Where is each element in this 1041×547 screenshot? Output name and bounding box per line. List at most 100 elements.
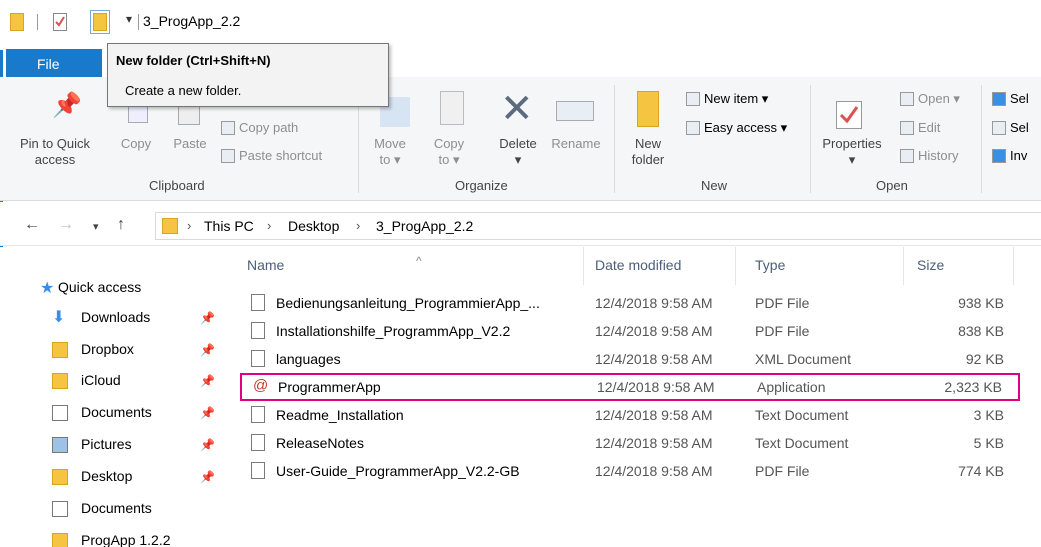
customize-toolbar-chevron-icon[interactable]: ▾ [126,12,132,26]
open-label: Open ▾ [918,91,960,106]
column-header-type[interactable]: Type [755,257,785,273]
file-row[interactable]: Readme_Installation 12/4/2018 9:58 AM Te… [240,403,1020,427]
pin-icon[interactable]: 📌 [200,311,215,325]
open-button[interactable]: Open ▾ [900,91,960,107]
breadcrumb-this-pc[interactable]: This PC [204,218,254,234]
delete-icon: ✕ [500,87,534,131]
breadcrumb-desktop[interactable]: Desktop [288,218,339,234]
file-type: Text Document [755,407,849,423]
column-header-name[interactable]: Name ^ [247,254,422,273]
file-row-selected[interactable]: @ ProgrammerApp 12/4/2018 9:58 AM Applic… [240,373,1020,401]
file-size: 774 KB [958,463,1004,479]
properties-chevron-icon: ▾ [848,152,856,167]
file-name: languages [276,351,341,367]
xml-icon [251,350,265,367]
file-row[interactable]: User-Guide_ProgrammerApp_V2.2-GB 12/4/20… [240,459,1020,483]
copy-path-button[interactable]: Copy path [221,120,298,135]
paste-button[interactable]: Paste [168,136,212,152]
pin-icon[interactable]: 📌 [200,374,215,388]
star-icon: ★ [40,280,55,297]
nav-label: Downloads [81,309,151,325]
delete-label: Delete [499,136,537,151]
back-arrow-icon[interactable]: ← [24,216,40,234]
file-type: PDF File [755,295,810,311]
select-all-button[interactable]: Sel [992,91,1029,106]
invert-selection-button[interactable]: Inv [992,148,1027,163]
recent-locations-chevron-icon[interactable]: ▾ [93,220,99,233]
pin-to-quick-access-button[interactable]: Pin to Quick access [6,136,104,168]
file-name: User-Guide_ProgrammerApp_V2.2-GB [276,463,520,479]
file-date: 12/4/2018 9:58 AM [595,435,713,451]
tooltip-title: New folder (Ctrl+Shift+N) [116,53,271,68]
toolbar-divider [37,14,38,30]
move-label-line1: Move [374,136,406,151]
copy-button[interactable]: Copy [114,136,158,152]
folder-icon [52,533,68,547]
move-to-button[interactable]: Move to ▾ [369,136,411,168]
delete-chevron-icon: ▾ [514,152,522,167]
up-arrow-icon[interactable]: ↑ [117,216,125,234]
group-label-open: Open [876,178,908,193]
file-name: Readme_Installation [276,407,404,423]
column-header-date-modified[interactable]: Date modified [595,257,681,273]
group-label-new: New [701,178,728,193]
delete-button[interactable]: Delete ▾ [492,136,544,168]
navigation-pane: ★ Quick access ⬇ Downloads 📌 Dropbox 📌 i… [0,247,230,547]
column-divider[interactable] [903,247,904,285]
history-button[interactable]: History [900,148,958,163]
pin-icon[interactable]: 📌 [200,406,215,420]
pin-icon[interactable]: 📌 [200,343,215,357]
properties-label: Properties [822,136,882,151]
column-divider[interactable] [735,247,736,285]
move-label-line2: to ▾ [379,152,401,167]
nav-item-quick-access[interactable]: ★ Quick access [40,277,240,299]
text-icon [251,434,265,451]
copy-to-button[interactable]: Copy to ▾ [428,136,470,168]
folder-icon [162,218,178,234]
properties-button[interactable]: Properties ▾ [816,136,888,168]
file-type: Text Document [755,435,849,451]
pin-icon[interactable]: 📌 [200,438,215,452]
file-size: 3 KB [973,407,1004,423]
new-folder-tooltip: New folder (Ctrl+Shift+N) Create a new f… [107,43,389,107]
rename-button[interactable]: Rename [546,136,606,152]
file-row[interactable]: Installationshilfe_ProgrammApp_V2.2 12/4… [240,319,1020,343]
file-name: Installationshilfe_ProgrammApp_V2.2 [276,323,511,339]
new-folder-button[interactable]: New folder [624,136,672,168]
forward-arrow-icon[interactable]: → [58,216,74,234]
address-field[interactable]: › This PC › Desktop › 3_ProgApp_2.2 [155,212,1041,240]
properties-quick-icon[interactable] [53,13,67,31]
breadcrumb-current-folder[interactable]: 3_ProgApp_2.2 [376,218,473,234]
new-folder-quick-icon[interactable] [90,10,110,34]
column-header-size[interactable]: Size [917,257,944,273]
file-type: PDF File [755,463,810,479]
nav-label: iCloud [81,372,121,388]
file-name: ReleaseNotes [276,435,364,451]
column-divider[interactable] [583,247,584,285]
file-row[interactable]: languages 12/4/2018 9:58 AM XML Document… [240,347,1020,371]
file-type: XML Document [755,351,851,367]
file-date: 12/4/2018 9:58 AM [595,295,713,311]
nav-label: Documents [81,500,152,516]
column-name-label: Name [247,257,285,273]
edit-button[interactable]: Edit [900,120,940,135]
folder-icon [52,469,68,485]
pdf-icon [251,462,265,479]
pin-icon[interactable]: 📌 [200,470,215,484]
paste-shortcut-button[interactable]: Paste shortcut [221,148,322,163]
easy-access-button[interactable]: Easy access ▾ [686,120,787,136]
group-divider [614,85,615,193]
tab-file[interactable]: File [6,49,102,77]
file-row[interactable]: ReleaseNotes 12/4/2018 9:58 AM Text Docu… [240,431,1020,455]
new-item-label: New item ▾ [704,91,769,106]
folder-icon [52,373,68,389]
new-item-button[interactable]: New item ▾ [686,91,768,107]
column-divider[interactable] [1013,247,1014,285]
file-row[interactable]: Bedienungsanleitung_ProgrammierApp_... 1… [240,291,1020,315]
select-none-button[interactable]: Sel [992,120,1029,135]
copy-path-label: Copy path [239,120,299,135]
edit-label: Edit [918,120,941,135]
toolbar-divider [138,14,139,30]
file-date: 12/4/2018 9:58 AM [597,379,715,395]
nav-label: Dropbox [81,341,134,357]
